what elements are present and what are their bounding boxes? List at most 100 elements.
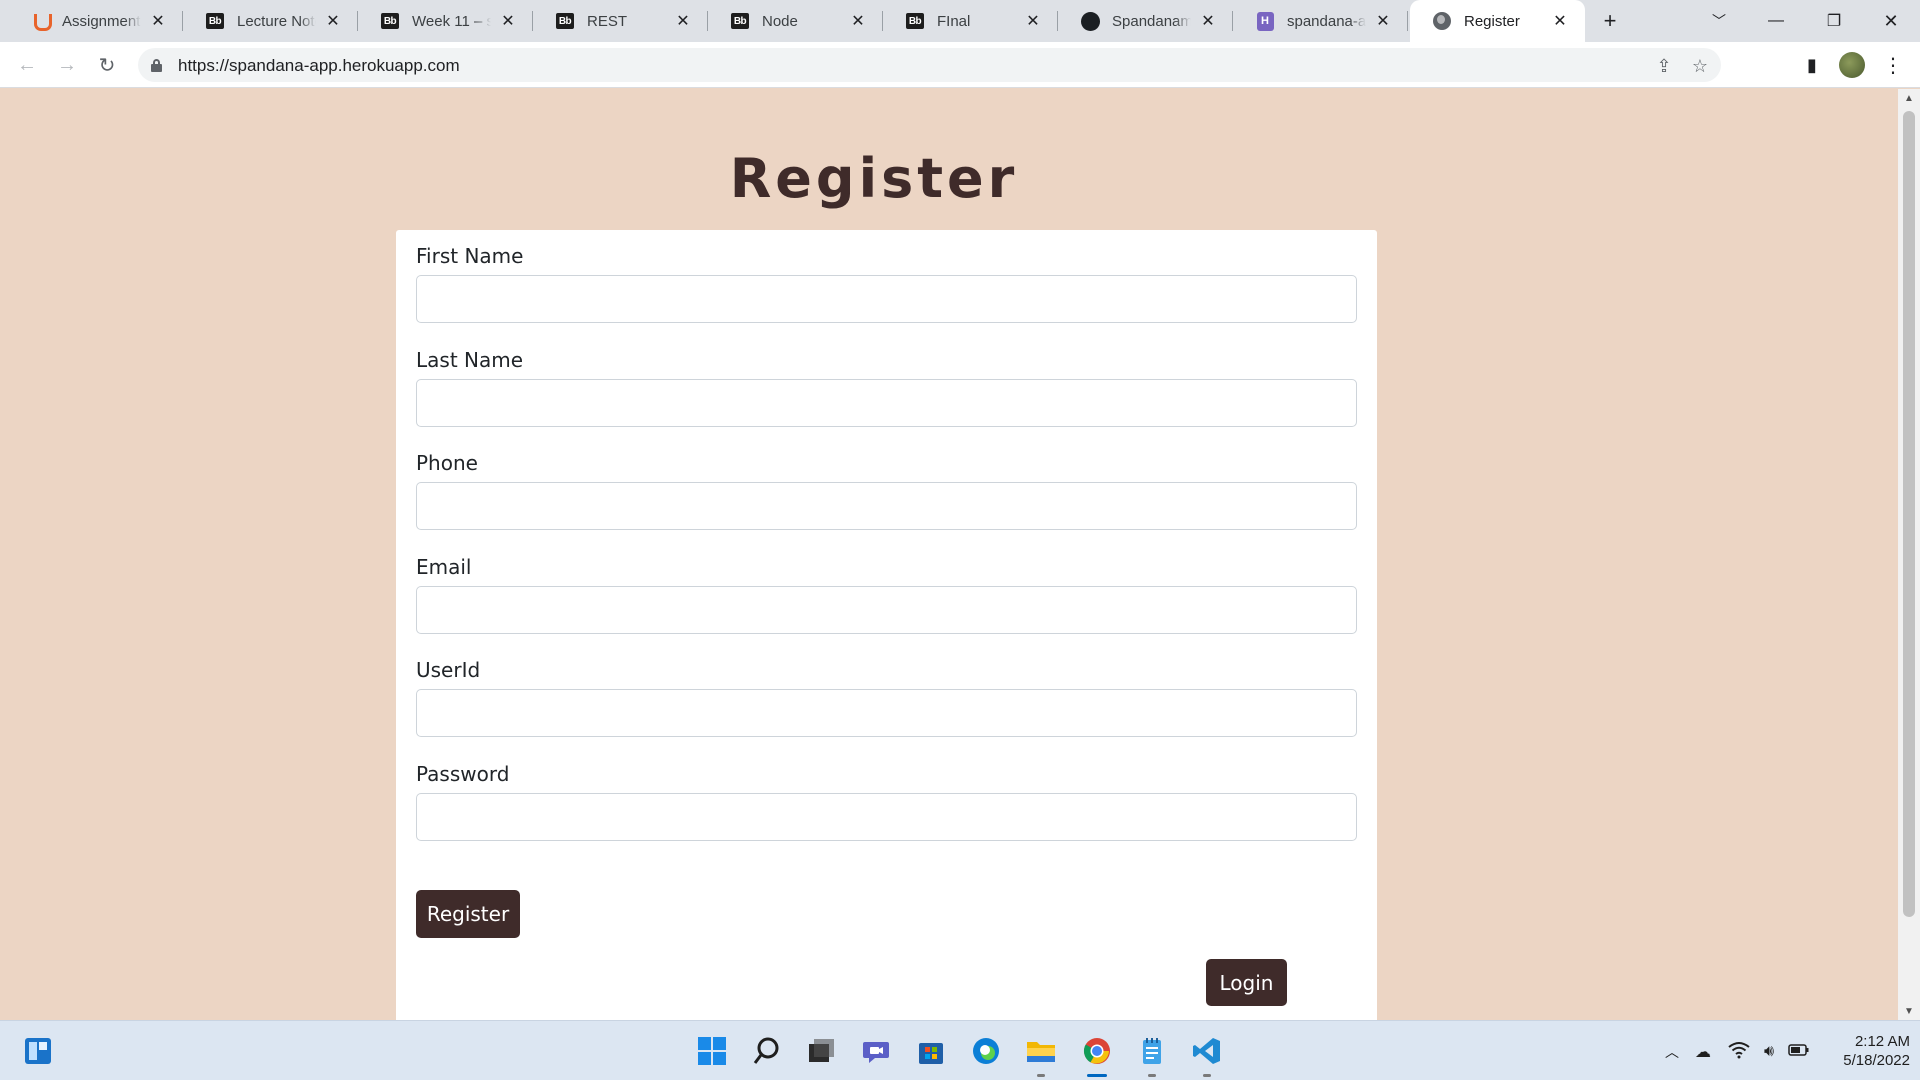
blackboard-icon: Bb (555, 11, 575, 31)
last-name-label: Last Name (416, 348, 524, 372)
chrome-button[interactable] (1077, 1031, 1117, 1077)
running-indicator (1087, 1074, 1107, 1077)
tab-github[interactable]: Spandanamar ✕ (1058, 0, 1233, 42)
close-window-button[interactable]: ✕ (1862, 0, 1920, 42)
close-icon[interactable]: ✕ (147, 10, 169, 32)
more-vertical-icon: ⋮ (1883, 54, 1903, 77)
search-icon (753, 1037, 779, 1064)
email-field[interactable] (416, 586, 1357, 634)
tab-node[interactable]: Bb Node ✕ (708, 0, 883, 42)
email-label: Email (416, 555, 472, 579)
close-icon[interactable]: ✕ (1197, 10, 1219, 32)
tab-title: Register (1464, 12, 1520, 30)
close-icon[interactable]: ✕ (1022, 10, 1044, 32)
restore-icon: ❐ (1826, 13, 1842, 30)
side-panel-button[interactable]: ▮ (1794, 47, 1830, 83)
task-view-button[interactable] (801, 1031, 841, 1071)
vscode-icon (1193, 1038, 1220, 1064)
running-indicator (1148, 1074, 1156, 1077)
edge-button[interactable] (966, 1031, 1006, 1071)
new-tab-button[interactable]: + (1587, 0, 1633, 42)
arrow-left-icon: ← (17, 53, 37, 76)
microsoft-store-button[interactable] (911, 1031, 951, 1071)
teams-chat-button[interactable] (856, 1031, 896, 1071)
close-icon[interactable]: ✕ (322, 10, 344, 32)
widgets-button[interactable] (18, 1031, 58, 1071)
clock[interactable]: 2:12 AM 5/18/2022 (1820, 1032, 1910, 1070)
blackboard-icon: Bb (380, 11, 400, 31)
plus-icon: + (1603, 8, 1617, 33)
file-explorer-button[interactable] (1021, 1031, 1061, 1077)
lock-icon[interactable] (151, 59, 162, 72)
tab-register[interactable]: Register ✕ (1410, 0, 1585, 42)
scroll-down-arrow-icon[interactable]: ▼ (1898, 1002, 1920, 1020)
browser-toolbar: ← → ↻ https://spandana-app.herokuapp.com… (0, 42, 1920, 88)
share-icon[interactable]: ⇪ (1651, 53, 1677, 79)
minimize-button[interactable]: — (1747, 0, 1805, 42)
tab-week-11[interactable]: Bb Week 11 – spr ✕ (358, 0, 533, 42)
edge-icon (973, 1038, 999, 1064)
close-icon[interactable]: ✕ (1372, 10, 1394, 32)
password-field[interactable] (416, 793, 1357, 841)
tab-heroku[interactable]: H spandana-app ✕ (1233, 0, 1408, 42)
tab-title: REST (587, 12, 628, 30)
start-icon (698, 1037, 726, 1065)
close-icon: ✕ (1883, 10, 1899, 31)
reload-button[interactable]: ↻ (89, 47, 125, 83)
tab-search-button[interactable]: ﹀ (1690, 0, 1748, 42)
restore-button[interactable]: ❐ (1805, 0, 1863, 42)
wifi-icon (1728, 1041, 1750, 1064)
first-name-field[interactable] (416, 275, 1357, 323)
profile-button[interactable] (1834, 47, 1870, 83)
tab-title: Spandanamar (1112, 12, 1191, 30)
blackboard-icon: Bb (905, 11, 925, 31)
start-button[interactable] (692, 1031, 732, 1071)
vertical-scrollbar[interactable]: ▲ ▼ (1898, 89, 1920, 1020)
running-indicator (1203, 1074, 1211, 1077)
show-hidden-icons-button[interactable]: ︿ (1659, 1039, 1685, 1065)
minimize-icon: — (1768, 12, 1784, 29)
tab-title: Node (762, 12, 798, 30)
chrome-icon (1083, 1038, 1110, 1064)
tab-final[interactable]: Bb FInal ✕ (883, 0, 1058, 42)
microsoft-store-icon (919, 1043, 943, 1064)
scroll-up-arrow-icon[interactable]: ▲ (1898, 89, 1920, 107)
browser-tab-strip: Assignment4: ✕ Bb Lecture Notes ✕ Bb Wee… (0, 0, 1920, 42)
forward-button[interactable]: → (49, 47, 85, 83)
tab-title: Assignment4: (62, 12, 141, 30)
close-icon[interactable]: ✕ (1549, 10, 1571, 32)
tab-rest[interactable]: Bb REST ✕ (533, 0, 708, 42)
close-icon[interactable]: ✕ (497, 10, 519, 32)
vscode-button[interactable] (1187, 1031, 1227, 1077)
widgets-icon (25, 1038, 51, 1064)
notepad-button[interactable] (1132, 1031, 1172, 1077)
file-explorer-icon (1027, 1042, 1055, 1062)
onedrive-button[interactable]: ☁ (1690, 1039, 1716, 1065)
userid-field[interactable] (416, 689, 1357, 737)
back-button[interactable]: ← (9, 47, 45, 83)
bookmark-star-icon[interactable]: ☆ (1687, 53, 1713, 79)
ucertify-icon (30, 11, 52, 31)
userid-label: UserId (416, 658, 481, 682)
address-bar[interactable]: https://spandana-app.herokuapp.com ⇪ ☆ (138, 48, 1721, 82)
battery-button[interactable] (1786, 1039, 1812, 1065)
battery-icon (1788, 1043, 1810, 1062)
register-button[interactable]: Register (416, 890, 520, 938)
url-text[interactable]: https://spandana-app.herokuapp.com (178, 56, 460, 76)
close-icon[interactable]: ✕ (847, 10, 869, 32)
tab-assignment4[interactable]: Assignment4: ✕ (8, 0, 183, 42)
avatar (1839, 52, 1865, 78)
login-button[interactable]: Login (1206, 959, 1287, 1006)
blackboard-icon: Bb (730, 11, 750, 31)
globe-icon (1432, 11, 1452, 31)
volume-button[interactable]: 🔊︎ (1756, 1039, 1782, 1065)
tab-lecture-notes[interactable]: Bb Lecture Notes ✕ (183, 0, 358, 42)
search-button[interactable] (747, 1031, 787, 1071)
scroll-thumb[interactable] (1903, 111, 1915, 917)
menu-button[interactable]: ⋮ (1875, 47, 1911, 83)
close-icon[interactable]: ✕ (672, 10, 694, 32)
teams-chat-icon (863, 1042, 889, 1063)
network-button[interactable] (1726, 1039, 1752, 1065)
phone-field[interactable] (416, 482, 1357, 530)
last-name-field[interactable] (416, 379, 1357, 427)
